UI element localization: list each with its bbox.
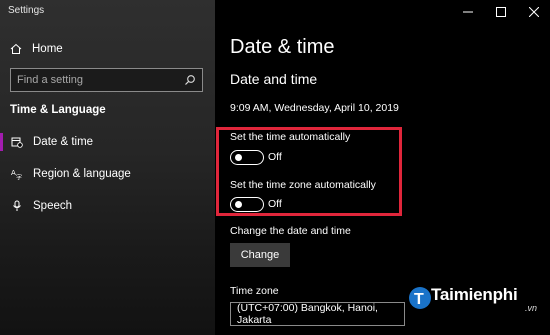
- change-datetime-label: Change the date and time: [230, 225, 351, 237]
- maximize-button[interactable]: [484, 0, 517, 24]
- sidebar-item-label: Region & language: [33, 168, 131, 180]
- section-heading: Date and time: [230, 71, 318, 87]
- home-icon: [10, 43, 22, 55]
- microphone-icon: [11, 200, 23, 212]
- minimize-button[interactable]: [451, 0, 484, 24]
- sidebar-item-label: Date & time: [33, 136, 94, 148]
- watermark-logo: T Taimienphi .vn: [407, 281, 547, 323]
- logo-icon: T: [409, 287, 431, 309]
- section-title: Time & Language: [10, 104, 106, 116]
- sidebar-item-speech[interactable]: Speech: [0, 193, 215, 219]
- minimize-icon: [462, 11, 473, 13]
- change-button[interactable]: Change: [230, 243, 290, 267]
- sidebar: Settings Home Time & Language Date & tim…: [0, 0, 215, 335]
- search-field[interactable]: [10, 68, 203, 92]
- calendar-clock-icon: [11, 136, 23, 148]
- svg-text:字: 字: [16, 174, 22, 181]
- sidebar-item-label: Speech: [33, 200, 73, 212]
- timezone-select[interactable]: (UTC+07:00) Bangkok, Hanoi, Jakarta: [230, 302, 405, 326]
- timezone-value: (UTC+07:00) Bangkok, Hanoi, Jakarta: [237, 302, 378, 326]
- search-input[interactable]: [17, 74, 177, 86]
- app-title: Settings: [8, 5, 45, 16]
- svg-text:T: T: [414, 291, 424, 308]
- maximize-icon: [495, 7, 506, 17]
- sidebar-item-region-language[interactable]: A字 Region & language: [0, 161, 215, 187]
- timezone-label: Time zone: [230, 285, 279, 297]
- close-icon: [528, 7, 539, 17]
- current-datetime: 9:09 AM, Wednesday, April 10, 2019: [230, 102, 399, 114]
- watermark-text: Taimienphi: [431, 285, 518, 304]
- home-label: Home: [32, 43, 63, 55]
- language-icon: A字: [11, 168, 23, 180]
- sidebar-item-date-time[interactable]: Date & time: [0, 129, 215, 155]
- page-title: Date & time: [230, 36, 335, 58]
- highlight-box: [216, 127, 402, 216]
- close-button[interactable]: [517, 0, 550, 24]
- search-icon[interactable]: [184, 74, 196, 86]
- window-controls: [451, 0, 550, 24]
- watermark-suffix: .vn: [525, 303, 538, 313]
- home-nav-item[interactable]: Home: [10, 40, 63, 58]
